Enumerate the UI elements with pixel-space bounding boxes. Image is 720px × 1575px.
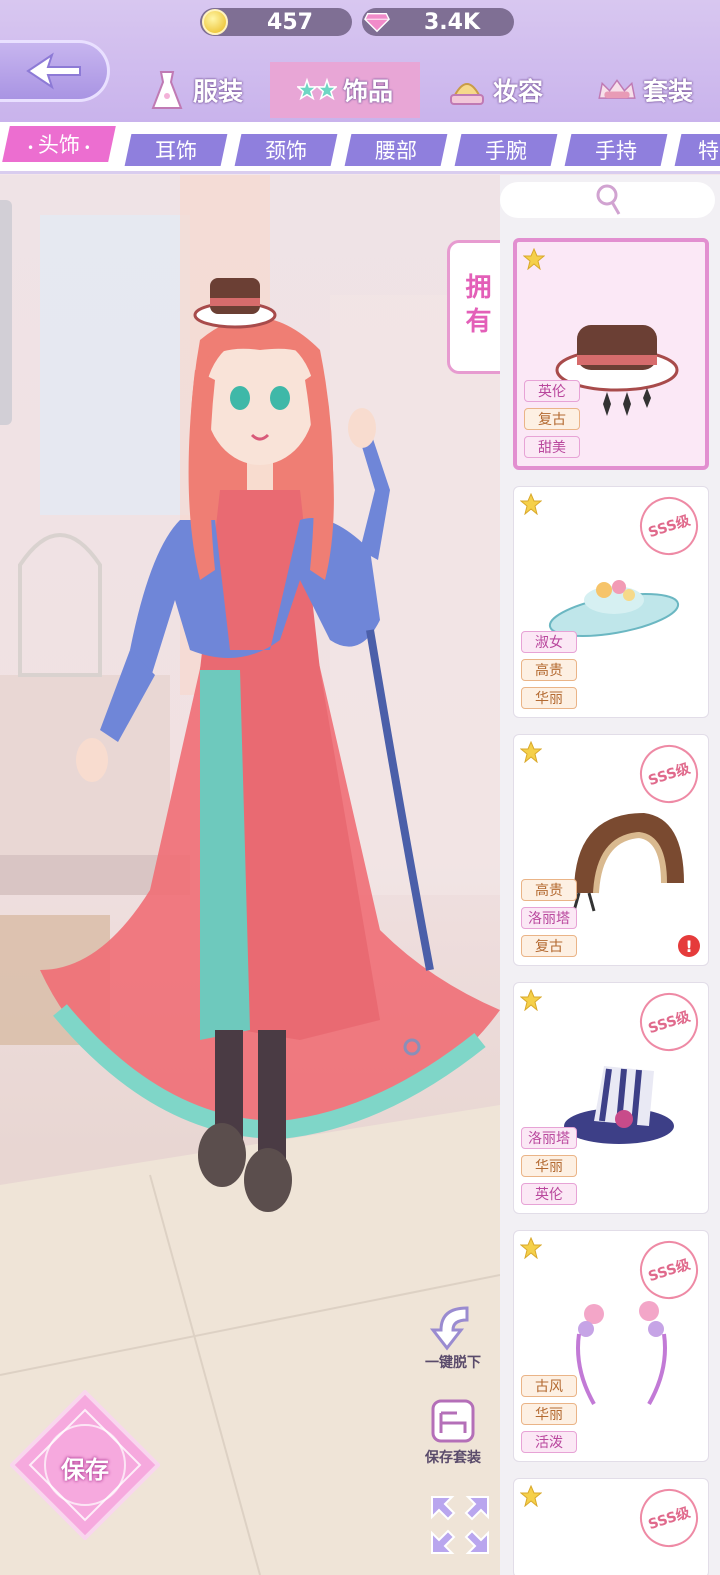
dressing-stage: 拥有 一键脱下 保存套装 xyxy=(0,175,500,1575)
search-icon xyxy=(596,184,620,215)
tab-label: 妆容 xyxy=(492,77,543,106)
tab-makeup[interactable]: 妆容 xyxy=(420,62,570,118)
undress-all-button[interactable]: 一键脱下 xyxy=(425,1300,481,1372)
tab-suits[interactable]: 套装 xyxy=(570,62,720,118)
sss-grade-stamp: SSS级 xyxy=(632,1481,706,1555)
top-bar: 457 3.4K 服装 饰品 妆容 套装 xyxy=(0,0,720,122)
style-tag: 洛丽塔 xyxy=(521,907,577,929)
subtab-headwear[interactable]: 头饰 xyxy=(2,126,116,162)
expand-arrows-icon xyxy=(431,1496,489,1554)
coin-counter[interactable]: 457 xyxy=(200,8,352,36)
star-icon xyxy=(520,989,542,1011)
subtab-label: 颈饰 xyxy=(265,139,307,163)
style-tag: 活泼 xyxy=(521,1431,577,1453)
outfit-hanger-icon xyxy=(431,1399,475,1443)
item-card[interactable]: SSS级 古风 华丽 活泼 xyxy=(513,1230,709,1462)
item-tags: 淑女 高贵 华丽 xyxy=(521,631,577,709)
dress-icon xyxy=(147,70,187,110)
tab-label: 饰品 xyxy=(342,77,393,106)
style-tag: 复古 xyxy=(521,935,577,957)
tab-accessories[interactable]: 饰品 xyxy=(270,62,420,118)
stars-glasses-icon xyxy=(296,70,337,110)
subtab-handheld[interactable]: 手持 xyxy=(564,134,668,166)
subtab-label: 手腕 xyxy=(485,139,527,163)
style-tag: 高贵 xyxy=(521,659,577,681)
fullscreen-button[interactable] xyxy=(428,1493,492,1557)
coin-value: 457 xyxy=(267,9,313,35)
star-icon xyxy=(523,248,545,270)
search-bar[interactable] xyxy=(500,182,715,218)
subcategory-bar: 头饰 耳饰 颈饰 腰部 手腕 手持 特 xyxy=(0,122,720,174)
owned-tab-label: 拥有 xyxy=(461,273,491,341)
gem-value: 3.4K xyxy=(423,9,481,35)
style-tag: 华丽 xyxy=(521,1155,577,1177)
subtab-wrist[interactable]: 手腕 xyxy=(454,134,558,166)
tab-label: 套装 xyxy=(642,77,693,106)
star-icon xyxy=(520,1237,542,1259)
subtab-label: 腰部 xyxy=(375,139,417,163)
pink-diamond-icon xyxy=(364,9,390,35)
style-tag: 英伦 xyxy=(524,380,580,402)
style-tag: 华丽 xyxy=(521,687,577,709)
item-card[interactable]: SSS级 洛丽塔 华丽 英伦 xyxy=(513,982,709,1214)
subtab-label: 手持 xyxy=(595,139,637,163)
back-arrow-icon xyxy=(25,52,81,90)
tab-label: 服装 xyxy=(192,77,243,106)
style-tag: 高贵 xyxy=(521,879,577,901)
item-card[interactable]: SSS级 xyxy=(513,1478,709,1575)
gem-counter[interactable]: 3.4K xyxy=(362,8,514,36)
star-icon xyxy=(520,741,542,763)
subtab-label: 耳饰 xyxy=(155,139,197,163)
subtab-waist[interactable]: 腰部 xyxy=(344,134,448,166)
style-tag: 英伦 xyxy=(521,1183,577,1205)
category-tabs: 服装 饰品 妆容 套装 xyxy=(120,62,720,120)
item-tags: 洛丽塔 华丽 英伦 xyxy=(521,1127,577,1205)
save-outfit-button[interactable]: 保存套装 xyxy=(425,1395,481,1467)
style-tag: 洛丽塔 xyxy=(521,1127,577,1149)
alert-icon: ! xyxy=(678,935,700,957)
subtab-necklace[interactable]: 颈饰 xyxy=(234,134,338,166)
back-button[interactable] xyxy=(0,40,110,102)
subtab-special[interactable]: 特 xyxy=(674,134,720,166)
item-card[interactable]: SSS级 淑女 高贵 华丽 xyxy=(513,486,709,718)
subtab-label: 特 xyxy=(697,139,719,163)
undo-arrow-icon xyxy=(429,1306,469,1351)
save-button-label: 保存 xyxy=(61,1456,109,1484)
item-tags: 高贵 洛丽塔 复古 xyxy=(521,879,577,957)
item-card[interactable]: ! 英伦 复古 甜美 xyxy=(513,238,709,470)
owned-filter-tab[interactable]: 拥有 xyxy=(447,240,500,374)
undress-all-label: 一键脱下 xyxy=(425,1355,481,1371)
tab-clothing[interactable]: 服装 xyxy=(120,62,270,118)
style-tag: 华丽 xyxy=(521,1403,577,1425)
style-tag: 淑女 xyxy=(521,631,577,653)
save-outfit-label: 保存套装 xyxy=(425,1450,481,1466)
style-tag: 古风 xyxy=(521,1375,577,1397)
style-tag: 复古 xyxy=(524,408,580,430)
makeup-icon xyxy=(447,70,487,110)
style-tag: 甜美 xyxy=(524,436,580,458)
star-icon xyxy=(520,493,542,515)
gold-coin-icon xyxy=(202,9,228,35)
item-tags: 古风 华丽 活泼 xyxy=(521,1375,577,1453)
subtab-label: 头饰 xyxy=(27,129,91,159)
item-tags: 英伦 复古 甜美 xyxy=(524,380,580,458)
character-model[interactable] xyxy=(0,250,500,1250)
subtab-earrings[interactable]: 耳饰 xyxy=(124,134,228,166)
item-card[interactable]: SSS级 高贵 洛丽塔 复古 ! xyxy=(513,734,709,966)
star-icon xyxy=(520,1485,542,1507)
sale-crown-icon xyxy=(597,70,637,110)
